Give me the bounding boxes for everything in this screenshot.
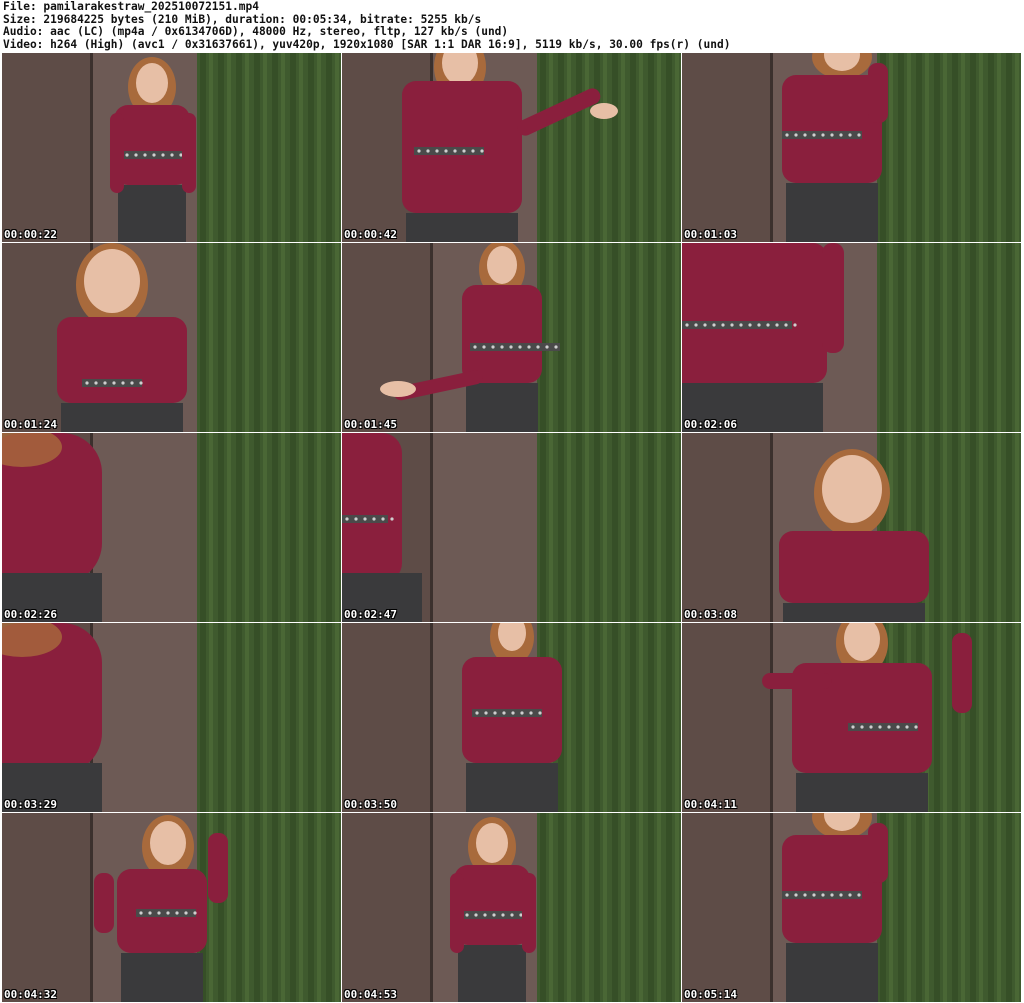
video-thumbnail: 00:02:47 xyxy=(342,433,681,622)
video-thumbnail: 00:03:50 xyxy=(342,623,681,812)
video-thumbnail: 00:02:26 xyxy=(2,433,341,622)
thumbnail-frame-image xyxy=(682,813,1021,1002)
audio-line: Audio: aac (LC) (mp4a / 0x6134706D), 480… xyxy=(3,25,509,39)
thumbnail-timestamp: 00:04:53 xyxy=(344,988,397,1001)
file-info-header: File: pamilarakestraw_202510072151.mp4 S… xyxy=(3,1,1021,51)
thumbnail-timestamp: 00:00:42 xyxy=(344,228,397,241)
thumbnail-frame-image xyxy=(2,813,341,1002)
thumbnail-timestamp: 00:04:11 xyxy=(684,798,737,811)
file-line: File: pamilarakestraw_202510072151.mp4 xyxy=(3,1,259,13)
video-thumbnail: 00:04:32 xyxy=(2,813,341,1002)
thumbnail-frame-image xyxy=(342,53,681,242)
thumbnail-frame-image xyxy=(2,243,341,432)
video-thumbnail: 00:01:45 xyxy=(342,243,681,432)
video-thumbnail: 00:01:03 xyxy=(682,53,1021,242)
thumbnail-frame-image xyxy=(342,623,681,812)
video-thumbnail: 00:04:53 xyxy=(342,813,681,1002)
video-thumbnail: 00:02:06 xyxy=(682,243,1021,432)
thumbnail-timestamp: 00:02:26 xyxy=(4,608,57,621)
thumbnail-frame-image xyxy=(342,243,681,432)
thumbnail-timestamp: 00:03:29 xyxy=(4,798,57,811)
thumbnail-timestamp: 00:01:03 xyxy=(684,228,737,241)
thumbnail-frame-image xyxy=(682,243,1021,432)
thumbnail-frame-image xyxy=(342,433,681,622)
video-thumbnail: 00:00:42 xyxy=(342,53,681,242)
thumbnail-timestamp: 00:02:06 xyxy=(684,418,737,431)
thumbnail-timestamp: 00:01:24 xyxy=(4,418,57,431)
thumbnail-frame-image xyxy=(682,623,1021,812)
thumbnail-timestamp: 00:04:32 xyxy=(4,988,57,1001)
thumbnail-frame-image xyxy=(342,813,681,1002)
thumbnail-timestamp: 00:03:50 xyxy=(344,798,397,811)
thumbnail-timestamp: 00:02:47 xyxy=(344,608,397,621)
video-thumbnail: 00:05:14 xyxy=(682,813,1021,1002)
video-thumbnail: 00:00:22 xyxy=(2,53,341,242)
thumbnail-frame-image xyxy=(2,53,341,242)
video-thumbnail: 00:01:24 xyxy=(2,243,341,432)
thumbnail-frame-image xyxy=(2,623,341,812)
video-line: Video: h264 (High) (avc1 / 0x31637661), … xyxy=(3,37,731,51)
thumbnail-timestamp: 00:00:22 xyxy=(4,228,57,241)
thumbnail-timestamp: 00:01:45 xyxy=(344,418,397,431)
thumbnail-frame-image xyxy=(682,53,1021,242)
video-thumbnail: 00:03:08 xyxy=(682,433,1021,622)
video-thumbnail: 00:03:29 xyxy=(2,623,341,812)
video-thumbnail: 00:04:11 xyxy=(682,623,1021,812)
thumbnail-grid: 00:00:22 00:00:42 00:01:03 00:01:24 00:01:45… xyxy=(2,53,1022,1002)
thumbnail-timestamp: 00:03:08 xyxy=(684,608,737,621)
thumbnail-frame-image xyxy=(2,433,341,622)
thumbnail-frame-image xyxy=(682,433,1021,622)
thumbnail-timestamp: 00:05:14 xyxy=(684,988,737,1001)
